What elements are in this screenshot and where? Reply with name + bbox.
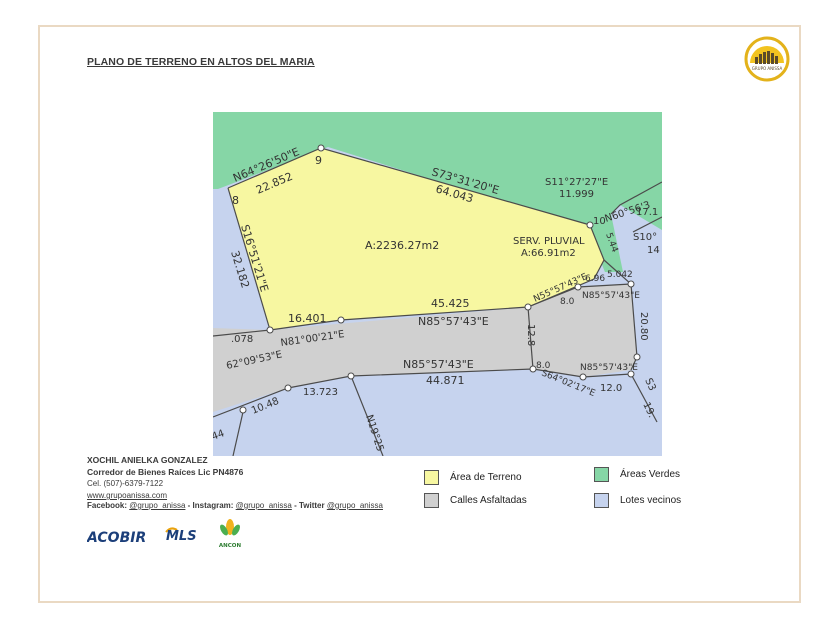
facebook-label: Facebook:	[87, 501, 128, 510]
label-dist-80a: 8.0	[560, 297, 575, 307]
label-dist-5042: 5.042	[607, 270, 633, 280]
ancon-logo: ANCON	[219, 543, 242, 549]
ancon-leaf-icon	[220, 519, 240, 536]
label-dist-14: 14	[647, 245, 660, 256]
swatch-calles	[424, 493, 439, 508]
agent-name: XOCHIL ANIELKA GONZALEZ	[87, 455, 208, 465]
label-bearing-n855743b: N85°57'43"E	[582, 291, 640, 301]
twitter-label: - Twitter	[294, 501, 325, 510]
logo-text: GRUPO ANISSA	[752, 66, 783, 71]
label-dist-128: 12.8	[525, 324, 536, 346]
legend-label-terreno: Área de Terreno	[450, 472, 522, 483]
plan-title: PLANO DE TERRENO EN ALTOS DEL MARIA	[87, 56, 315, 68]
swatch-terreno	[424, 470, 439, 485]
label-area-terreno: A:2236.27m2	[365, 239, 439, 252]
label-dist-45425: 45.425	[431, 297, 470, 310]
label-bearing-n855743d: N85°57'43"E	[580, 363, 638, 373]
agent-role: Corredor de Bienes Raíces Lic PN4876	[87, 467, 244, 477]
label-dist-696: 6.96	[585, 274, 605, 284]
legend-label-verdes: Áreas Verdes	[620, 469, 681, 480]
label-point-9: 9	[315, 154, 322, 167]
facebook-link[interactable]: @grupo_anissa	[129, 501, 185, 510]
land-plan-map: N64°26'50"E 22.852 9 8 S73°31'20"E 64.04…	[213, 112, 662, 456]
label-serv-pluvial: SERV. PLUVIAL	[513, 236, 585, 247]
label-point-8: 8	[232, 194, 239, 207]
social-line: Facebook: @grupo_anissa - Instagram: @gr…	[87, 501, 383, 510]
grupo-anissa-logo: GRUPO ANISSA	[744, 36, 790, 82]
mls-logo: MLS	[166, 529, 197, 544]
agent-phone: Cel. (507)-6379-7122	[87, 479, 164, 488]
label-bearing-n855743a: N85°57'43"E	[418, 315, 489, 328]
label-bearing-s10: S10°	[633, 232, 657, 243]
label-dist-13723: 13.723	[303, 387, 338, 398]
label-dist-44871: 44.871	[426, 374, 465, 387]
map-legend: Área de Terreno Calles Asfaltadas Áreas …	[424, 467, 754, 517]
contact-block: XOCHIL ANIELKA GONZALEZ Corredor de Bien…	[87, 454, 243, 502]
legend-item-verdes: Áreas Verdes	[594, 467, 680, 482]
instagram-link[interactable]: @grupo_anissa	[236, 501, 292, 510]
acobir-logo: ACOBIR	[87, 530, 146, 546]
label-dist-16401: 16.401	[288, 312, 327, 325]
legend-label-vecinos: Lotes vecinos	[620, 495, 682, 506]
label-dist-120: 12.0	[600, 383, 622, 394]
label-serv-area: A:66.91m2	[521, 248, 576, 259]
twitter-link[interactable]: @grupo_anissa	[327, 501, 383, 510]
legend-label-calles: Calles Asfaltadas	[450, 495, 527, 506]
label-dist-11999: 11.999	[559, 189, 594, 200]
instagram-label: - Instagram:	[187, 501, 234, 510]
legend-item-vecinos: Lotes vecinos	[594, 493, 681, 508]
legend-item-calles: Calles Asfaltadas	[424, 493, 527, 508]
swatch-vecinos	[594, 493, 609, 508]
partner-logos: ACOBIR MLS ANCON	[87, 519, 242, 549]
swatch-verdes	[594, 467, 609, 482]
legend-item-terreno: Área de Terreno	[424, 470, 522, 485]
label-bearing-s112727: S11°27'27"E	[545, 177, 608, 188]
label-dist-078: .078	[231, 334, 253, 345]
label-dist-171: 17.1	[636, 207, 658, 218]
label-bearing-n855743c: N85°57'43"E	[403, 358, 474, 371]
label-dist-2080: 20.80	[638, 312, 649, 341]
